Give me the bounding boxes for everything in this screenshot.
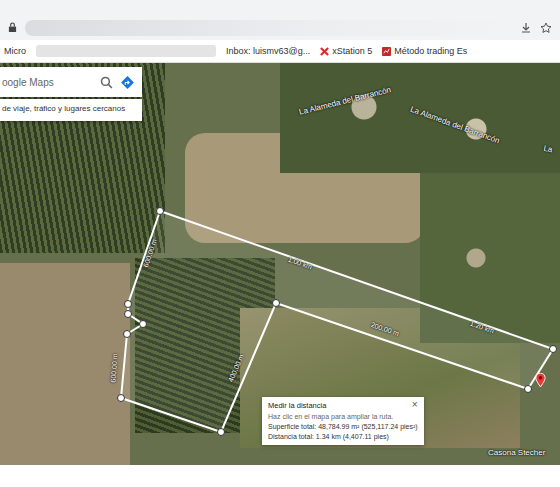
xstation-icon [320,47,329,56]
screen: Micro Inbox: luismv63@g... xStation 5 Mé… [0,0,560,487]
path-node[interactable] [125,311,132,318]
directions-icon[interactable] [121,76,134,89]
measure-popup: Medir la distancia × Haz clic en el mapa… [262,397,424,445]
path-node[interactable] [525,386,532,393]
bookmark[interactable]: xStation 5 [320,46,372,56]
bookmarks-bar: Micro Inbox: luismv63@g... xStation 5 Mé… [0,40,560,63]
page-bottom [0,465,560,487]
place-label[interactable]: Casona Stecher [488,448,545,457]
total-area: Superficie total: 48,784.99 m² (525,117.… [268,423,418,430]
lock-icon [8,22,17,33]
path-node[interactable] [124,331,131,338]
search-hint: de viaje, tráfico y lugares cercanos [0,99,142,121]
path-node[interactable] [118,395,125,402]
path-node[interactable] [140,321,147,328]
trading-icon [382,47,391,56]
search-icon[interactable] [100,76,113,89]
path-node[interactable] [125,301,132,308]
path-node[interactable] [550,346,557,353]
path-node[interactable] [157,208,164,215]
path-node[interactable] [273,300,280,307]
bookmark[interactable]: Micro [4,46,26,56]
download-icon[interactable] [520,22,532,34]
browser-toolbar [0,0,560,40]
star-icon[interactable] [540,22,552,34]
total-distance: Distancia total: 1.34 km (4,407.11 pies) [268,433,418,440]
path-node[interactable] [218,429,225,436]
bookmark[interactable]: Inbox: luismv63@g... [226,46,310,56]
address-bar[interactable] [25,20,512,36]
street-label: La [543,144,553,154]
pin-icon[interactable] [535,373,546,388]
search-box[interactable]: oogle Maps [0,67,142,97]
bookmark[interactable]: Método trading Es [382,46,467,56]
satellite-map[interactable]: La Alameda del BarrancónLa Alameda del B… [0,63,560,465]
close-button[interactable]: × [412,401,418,410]
houses [280,63,560,173]
blurred-bookmarks [36,45,216,57]
